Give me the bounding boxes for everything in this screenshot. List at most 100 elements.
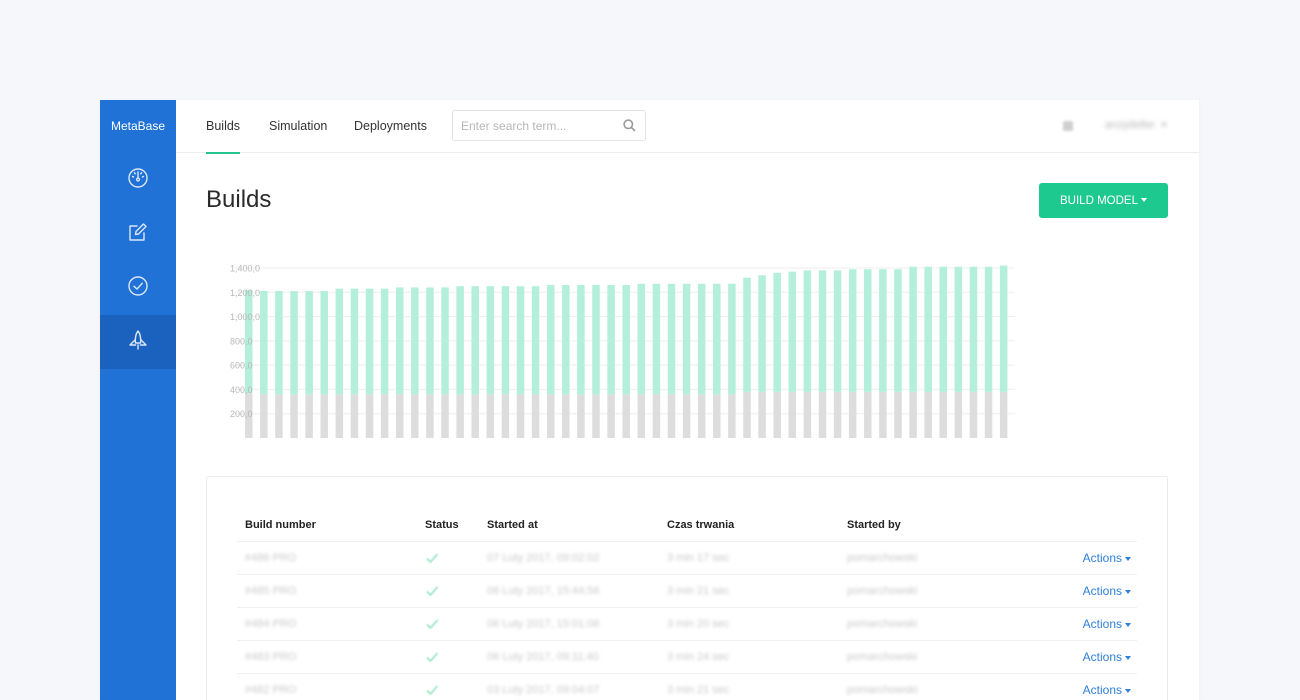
bar-segment-base[interactable]	[788, 391, 797, 438]
bar-segment-base[interactable]	[486, 394, 495, 438]
bar-segment-base[interactable]	[803, 391, 812, 438]
build-number-cell[interactable]: #482 PRO	[245, 684, 296, 696]
bar-segment-top[interactable]	[380, 288, 389, 395]
bar-segment-base[interactable]	[637, 394, 646, 438]
bar-segment-top[interactable]	[546, 285, 555, 395]
build-number-cell[interactable]: #486 PRO	[245, 552, 296, 564]
bar-segment-top[interactable]	[305, 291, 313, 395]
bar-segment-base[interactable]	[471, 394, 479, 438]
column-header-status[interactable]: Status	[425, 519, 459, 531]
bar-segment-base[interactable]	[426, 394, 434, 438]
bar-segment-top[interactable]	[999, 265, 1008, 392]
tab-deployments[interactable]: Deployments	[354, 100, 427, 153]
bar-segment-base[interactable]	[833, 391, 842, 438]
bar-segment-base[interactable]	[441, 394, 449, 438]
actions-dropdown[interactable]: Actions	[1083, 683, 1131, 697]
bar-segment-base[interactable]	[864, 391, 872, 438]
bar-segment-base[interactable]	[335, 394, 344, 438]
bar-segment-top[interactable]	[667, 283, 676, 395]
bar-segment-top[interactable]	[531, 286, 540, 395]
table-row[interactable]: #483 PRO 06 Luty 2017, 09:11:40 3 min 24…	[237, 640, 1137, 673]
bar-segment-base[interactable]	[652, 394, 661, 438]
bar-segment-top[interactable]	[924, 266, 932, 392]
bar-segment-top[interactable]	[577, 285, 585, 395]
bar-segment-top[interactable]	[818, 270, 827, 392]
actions-dropdown[interactable]: Actions	[1083, 617, 1131, 631]
bar-segment-top[interactable]	[848, 269, 857, 392]
bar-segment-top[interactable]	[954, 266, 963, 392]
bar-segment-base[interactable]	[773, 391, 781, 438]
bar-segment-top[interactable]	[773, 272, 781, 392]
column-header-duration[interactable]: Czas trwania	[667, 519, 734, 531]
bar-segment-top[interactable]	[260, 291, 268, 395]
bar-segment-base[interactable]	[879, 391, 887, 438]
bar-segment-top[interactable]	[788, 271, 797, 392]
bar-segment-base[interactable]	[622, 394, 630, 438]
bar-segment-base[interactable]	[411, 394, 419, 438]
bar-segment-top[interactable]	[290, 291, 298, 395]
bar-segment-base[interactable]	[350, 394, 359, 438]
bar-segment-base[interactable]	[682, 394, 691, 438]
bar-segment-base[interactable]	[909, 391, 917, 438]
bar-segment-top[interactable]	[365, 288, 374, 395]
tab-builds[interactable]: Builds	[206, 100, 241, 154]
bar-segment-top[interactable]	[909, 266, 917, 392]
sidebar-item-edit[interactable]	[100, 207, 176, 261]
bar-segment-base[interactable]	[501, 394, 510, 438]
build-number-cell[interactable]: #485 PRO	[245, 585, 296, 597]
build-model-button[interactable]: BUILD MODEL	[1039, 183, 1168, 218]
bar-segment-base[interactable]	[697, 394, 706, 438]
bar-segment-base[interactable]	[275, 394, 283, 438]
bar-segment-base[interactable]	[848, 391, 857, 438]
tab-simulation[interactable]: Simulation	[269, 100, 327, 153]
bar-segment-top[interactable]	[713, 283, 721, 395]
bar-segment-base[interactable]	[546, 394, 555, 438]
table-row[interactable]: #482 PRO 03 Luty 2017, 09:04:07 3 min 21…	[237, 673, 1137, 700]
bar-segment-top[interactable]	[607, 285, 615, 395]
bar-segment-base[interactable]	[969, 391, 978, 438]
bar-segment-top[interactable]	[833, 270, 842, 392]
bar-segment-base[interactable]	[728, 394, 736, 438]
bar-segment-top[interactable]	[622, 285, 630, 395]
bar-segment-top[interactable]	[969, 266, 978, 392]
bar-segment-top[interactable]	[501, 286, 510, 395]
bar-segment-top[interactable]	[682, 283, 691, 395]
bar-segment-top[interactable]	[486, 286, 495, 395]
bar-segment-base[interactable]	[380, 394, 389, 438]
table-row[interactable]: #484 PRO 06 Luty 2017, 15:01:06 3 min 20…	[237, 607, 1137, 640]
bar-segment-base[interactable]	[818, 391, 827, 438]
table-row[interactable]: #486 PRO 07 Luty 2017, 09:02:02 3 min 17…	[237, 541, 1137, 574]
bar-segment-base[interactable]	[743, 391, 751, 438]
bar-segment-top[interactable]	[758, 275, 766, 392]
column-header-build-number[interactable]: Build number	[245, 519, 316, 531]
bar-segment-top[interactable]	[879, 269, 887, 392]
bar-segment-base[interactable]	[531, 394, 540, 438]
column-header-started-by[interactable]: Started by	[847, 519, 901, 531]
user-menu[interactable]: anzydeller	[1105, 119, 1168, 131]
bar-segment-base[interactable]	[667, 394, 676, 438]
bar-segment-top[interactable]	[894, 269, 902, 392]
bar-segment-base[interactable]	[305, 394, 313, 438]
sidebar-item-tests[interactable]	[100, 261, 176, 315]
actions-dropdown[interactable]: Actions	[1083, 551, 1131, 565]
bar-segment-top[interactable]	[803, 270, 812, 392]
bar-segment-top[interactable]	[456, 286, 464, 395]
bar-segment-base[interactable]	[939, 391, 948, 438]
actions-dropdown[interactable]: Actions	[1083, 584, 1131, 598]
bar-segment-top[interactable]	[939, 266, 948, 392]
bar-segment-top[interactable]	[350, 288, 359, 395]
build-number-cell[interactable]: #483 PRO	[245, 651, 296, 663]
bar-segment-top[interactable]	[275, 291, 283, 395]
bar-segment-top[interactable]	[697, 283, 706, 395]
bar-segment-base[interactable]	[395, 394, 404, 438]
bar-segment-top[interactable]	[728, 283, 736, 395]
bar-segment-base[interactable]	[607, 394, 615, 438]
bar-segment-base[interactable]	[592, 394, 600, 438]
bar-segment-base[interactable]	[365, 394, 374, 438]
bar-segment-base[interactable]	[984, 391, 993, 438]
notification-icon[interactable]	[1063, 121, 1073, 131]
bar-segment-top[interactable]	[984, 266, 993, 392]
bar-segment-base[interactable]	[290, 394, 298, 438]
bar-segment-base[interactable]	[713, 394, 721, 438]
bar-segment-top[interactable]	[562, 285, 570, 395]
